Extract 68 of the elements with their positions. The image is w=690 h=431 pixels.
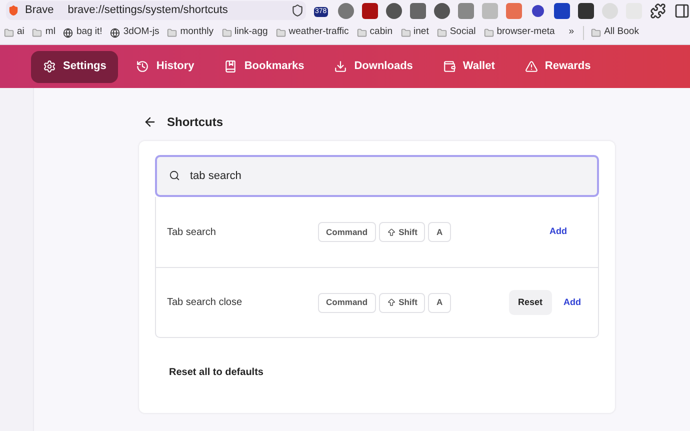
extension-icon[interactable] [578, 2, 594, 18]
reset-all-button[interactable]: Reset all to defaults [169, 365, 264, 380]
brave-lion-icon [8, 5, 19, 16]
folder-icon [484, 28, 494, 38]
address-field[interactable]: brave://settings/system/shortcuts [68, 2, 285, 19]
folder-icon [276, 28, 286, 38]
key-label: A [428, 222, 451, 242]
sidebar-icon[interactable] [674, 2, 690, 18]
download-icon [334, 60, 348, 73]
globe-icon [110, 28, 120, 38]
bookmark-icon [224, 60, 238, 73]
folder-icon [167, 28, 178, 38]
shortcut-name: Tab search [167, 226, 217, 240]
folder-icon [436, 28, 447, 38]
shortcut-name: Tab search close [167, 296, 244, 310]
add-button[interactable]: Add [564, 296, 581, 310]
globe-icon [63, 28, 74, 38]
extension-icon[interactable] [554, 2, 570, 18]
back-icon[interactable] [143, 115, 157, 129]
settings-icon [43, 60, 56, 73]
bookmark-item[interactable]: cabin [352, 25, 397, 40]
bookmark-item[interactable]: ml [28, 25, 60, 40]
nav-tab[interactable]: Downloads [322, 50, 425, 82]
shift-icon [386, 228, 396, 236]
nav-tab[interactable]: Rewards [512, 50, 603, 82]
page-title: Shortcuts [167, 114, 224, 131]
extension-icon[interactable] [362, 2, 378, 18]
add-button[interactable]: Add [550, 225, 567, 239]
key-label: Shift [378, 292, 426, 312]
shield-icon[interactable] [291, 4, 304, 17]
key-label: Shift [378, 222, 426, 242]
folder-icon [222, 28, 232, 38]
reset-button[interactable]: Reset [508, 290, 552, 315]
nav-tab[interactable]: History [124, 50, 206, 82]
bookmark-item[interactable]: browser-meta [480, 25, 559, 40]
bookmark-item[interactable]: ai [0, 25, 28, 40]
nav-tab[interactable]: Wallet [430, 50, 507, 82]
triangle-icon [524, 60, 538, 73]
folder-icon [4, 28, 14, 38]
key-label: Command [318, 222, 376, 242]
extension-icon[interactable] [434, 2, 450, 18]
bookmark-item[interactable]: link-agg [218, 25, 272, 40]
site-label: Brave [25, 3, 54, 18]
extension-icon[interactable] [532, 4, 544, 16]
bookmark-item[interactable]: All Book [587, 25, 643, 40]
bookmark-item[interactable]: weather-traffic [272, 25, 353, 40]
shift-icon [386, 298, 396, 307]
nav-tab[interactable]: Settings [31, 50, 118, 82]
extensions-icon[interactable] [650, 2, 666, 18]
nav-tab[interactable]: Bookmarks [212, 50, 316, 82]
folder-icon [400, 28, 411, 38]
folder-icon [591, 28, 602, 38]
history-icon [136, 60, 150, 73]
key-label: A [428, 292, 451, 312]
bookmark-item[interactable]: Social [432, 25, 480, 40]
key-label: Command [318, 292, 376, 312]
folder-icon [356, 28, 367, 38]
bookmark-item[interactable]: bag it! [59, 25, 106, 40]
search-field[interactable]: tab search [155, 155, 599, 197]
bookmark-item[interactable]: 3dOM-js [106, 25, 164, 40]
folder-icon [32, 28, 42, 38]
bookmark-item[interactable]: monthly [163, 25, 218, 40]
extension-icon[interactable] [410, 2, 426, 18]
more-bookmarks-button[interactable]: » [562, 25, 580, 40]
bookmark-item[interactable]: inet [396, 25, 433, 40]
extension-icon[interactable] [386, 2, 402, 18]
wallet-icon [442, 60, 456, 73]
search-icon [169, 170, 180, 181]
